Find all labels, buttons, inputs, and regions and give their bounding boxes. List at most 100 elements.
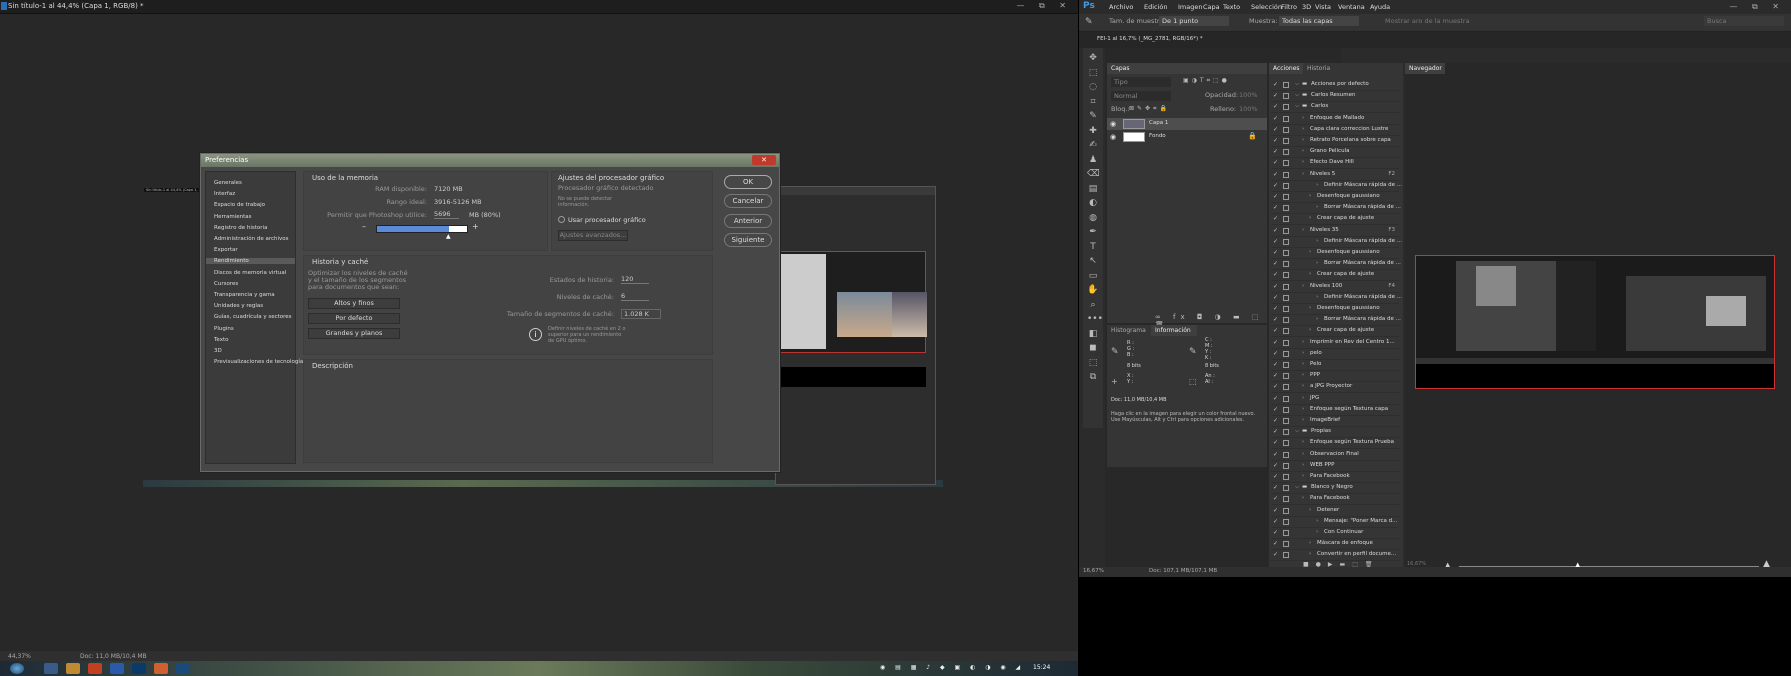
- expand-arrow-icon[interactable]: ›: [1302, 473, 1304, 479]
- action-check-icon[interactable]: ✓: [1273, 283, 1278, 290]
- sidebar-item[interactable]: Plugins: [214, 326, 234, 332]
- action-check-icon[interactable]: ✓: [1273, 171, 1278, 178]
- start-button-icon[interactable]: [10, 663, 24, 674]
- action-row[interactable]: ✓ › Borrar Máscara rápida de ...: [1271, 315, 1401, 327]
- action-dialog-toggle[interactable]: [1283, 485, 1289, 492]
- action-check-icon[interactable]: ✓: [1273, 260, 1278, 267]
- menu-item[interactable]: Filtro: [1281, 3, 1297, 11]
- action-check-icon[interactable]: ✓: [1273, 148, 1278, 155]
- action-dialog-toggle[interactable]: [1283, 362, 1289, 368]
- action-row[interactable]: ✓ › Mensaje: "Poner Marca d...: [1271, 517, 1399, 528]
- action-dialog-toggle[interactable]: [1283, 182, 1289, 189]
- menu-item[interactable]: Ayuda: [1370, 3, 1390, 11]
- action-row[interactable]: ✓ › Definir Máscara rápida de ...: [1271, 293, 1402, 304]
- action-row[interactable]: ✓ › Crear capa de ajuste: [1271, 270, 1399, 282]
- action-check-icon[interactable]: ✓: [1273, 551, 1278, 558]
- action-dialog-toggle[interactable]: [1283, 205, 1289, 212]
- word-icon[interactable]: [110, 663, 124, 674]
- tool-icon[interactable]: ✚: [1087, 125, 1099, 137]
- expand-arrow-icon[interactable]: ›: [1302, 159, 1304, 165]
- action-dialog-toggle[interactable]: [1283, 373, 1289, 380]
- action-row[interactable]: ✓ ⌵ ▬ Blanco y Negro: [1271, 483, 1399, 495]
- sidebar-item[interactable]: Rendimiento: [206, 258, 295, 265]
- menu-item[interactable]: Capa: [1203, 3, 1220, 11]
- action-row[interactable]: ✓ › Definir Máscara rápida de ...: [1271, 181, 1402, 192]
- menu-item[interactable]: Selección: [1251, 3, 1282, 11]
- action-check-icon[interactable]: ✓: [1273, 159, 1278, 166]
- expand-arrow-icon[interactable]: ›: [1302, 383, 1304, 389]
- action-check-icon[interactable]: ✓: [1273, 92, 1278, 99]
- action-row[interactable]: ✓ › Borrar Máscara rápida de ...: [1271, 259, 1401, 271]
- menu-item[interactable]: Vista: [1315, 3, 1331, 11]
- expand-arrow-icon[interactable]: ›: [1302, 137, 1304, 143]
- action-dialog-toggle[interactable]: [1283, 82, 1289, 88]
- action-row[interactable]: ✓ › Borrar Máscara rápida de ...: [1271, 203, 1401, 215]
- expand-arrow-icon[interactable]: ›: [1316, 204, 1318, 210]
- action-row[interactable]: ✓ › pelo: [1271, 349, 1399, 360]
- action-row[interactable]: ✓ › Enfoque según Textura Prueba: [1271, 438, 1399, 450]
- expand-arrow-icon[interactable]: ›: [1302, 417, 1304, 423]
- action-row[interactable]: ✓ › Crear capa de ajuste: [1271, 214, 1399, 226]
- search-field[interactable]: Busca: [1704, 16, 1784, 26]
- expand-arrow-icon[interactable]: ›: [1316, 316, 1318, 322]
- action-row[interactable]: ✓ › Imprimir en Rev del Centro 1...: [1271, 338, 1399, 349]
- action-dialog-toggle[interactable]: [1283, 440, 1289, 447]
- expand-arrow-icon[interactable]: ⌵: [1295, 484, 1299, 491]
- info-tab[interactable]: Información: [1151, 325, 1197, 336]
- tool-icon[interactable]: ◌: [1087, 81, 1099, 93]
- action-check-icon[interactable]: ✓: [1273, 462, 1278, 469]
- fill-value[interactable]: 100%: [1239, 105, 1258, 113]
- sidebar-item[interactable]: Unidades y reglas: [214, 303, 263, 309]
- navigator-tab[interactable]: Navegador: [1405, 63, 1445, 74]
- action-check-icon[interactable]: ✓: [1273, 103, 1278, 110]
- action-check-icon[interactable]: ✓: [1273, 339, 1278, 346]
- expand-arrow-icon[interactable]: ›: [1309, 193, 1311, 199]
- expand-arrow-icon[interactable]: ⌵: [1295, 103, 1299, 110]
- action-row[interactable]: ✓ › Para Facebook: [1271, 494, 1399, 506]
- blend-mode-select[interactable]: Normal: [1111, 91, 1171, 101]
- tool-icon[interactable]: ⬚: [1087, 357, 1099, 369]
- sidebar-item[interactable]: Espacio de trabajo: [214, 202, 265, 208]
- action-row[interactable]: ✓ › Definir Máscara rápida de ...: [1271, 237, 1402, 248]
- histogram-tab[interactable]: Histograma: [1107, 325, 1151, 336]
- action-row[interactable]: ✓ ⌵ ▬ Acciones por defecto: [1271, 80, 1399, 91]
- action-dialog-toggle[interactable]: [1283, 552, 1289, 559]
- expand-arrow-icon[interactable]: ›: [1316, 238, 1318, 244]
- action-dialog-toggle[interactable]: [1283, 451, 1289, 458]
- action-dialog-toggle[interactable]: [1283, 429, 1289, 436]
- sample-size-select[interactable]: De 1 punto: [1159, 16, 1229, 26]
- action-row[interactable]: ✓ › Enfoque según Textura capa: [1271, 405, 1399, 416]
- action-row[interactable]: ✓ › Niveles 100 F4: [1271, 282, 1399, 293]
- history-tab[interactable]: Historia: [1303, 63, 1337, 74]
- action-check-icon[interactable]: ✓: [1273, 395, 1278, 402]
- visibility-eye-icon[interactable]: ◉: [1110, 133, 1116, 141]
- tool-icon[interactable]: •••: [1087, 313, 1103, 325]
- action-check-icon[interactable]: ✓: [1273, 372, 1278, 379]
- action-dialog-toggle[interactable]: [1283, 418, 1289, 424]
- expand-arrow-icon[interactable]: ›: [1316, 182, 1318, 188]
- expand-arrow-icon[interactable]: ›: [1316, 294, 1318, 300]
- tool-icon[interactable]: ✒: [1087, 226, 1099, 238]
- sidebar-item[interactable]: Registro de historia: [214, 225, 267, 231]
- document-tab[interactable]: FEI-1 al 16,7% (_MG_2781, RGB/16*) *: [1097, 36, 1203, 42]
- expand-arrow-icon[interactable]: ⌵: [1295, 428, 1299, 435]
- menu-item[interactable]: Archivo: [1109, 3, 1133, 11]
- action-row[interactable]: ✓ › Capa clara correccion Lustre: [1271, 125, 1399, 136]
- lock-icons[interactable]: ⊠✎✥⌗🔒: [1129, 105, 1170, 113]
- layer-kind-filter[interactable]: Tipo: [1111, 77, 1171, 87]
- action-check-icon[interactable]: ✓: [1273, 540, 1278, 547]
- previous-button[interactable]: Anterior: [724, 214, 772, 228]
- expand-arrow-icon[interactable]: ›: [1302, 406, 1304, 412]
- tall-thin-button[interactable]: Altos y finos: [308, 298, 400, 309]
- actions-tab[interactable]: Acciones: [1269, 63, 1303, 74]
- action-row[interactable]: ✓ › PPP: [1271, 371, 1399, 383]
- action-check-icon[interactable]: ✓: [1273, 361, 1278, 368]
- menu-item[interactable]: Edición: [1144, 3, 1168, 11]
- window-controls[interactable]: — ⧉ ✕: [1016, 1, 1072, 11]
- visibility-eye-icon[interactable]: ◉: [1110, 120, 1116, 128]
- expand-arrow-icon[interactable]: ›: [1302, 126, 1304, 132]
- tool-icon[interactable]: ⧉: [1087, 371, 1099, 383]
- action-check-icon[interactable]: ✓: [1273, 507, 1278, 514]
- action-dialog-toggle[interactable]: [1283, 171, 1289, 178]
- action-check-icon[interactable]: ✓: [1273, 126, 1278, 133]
